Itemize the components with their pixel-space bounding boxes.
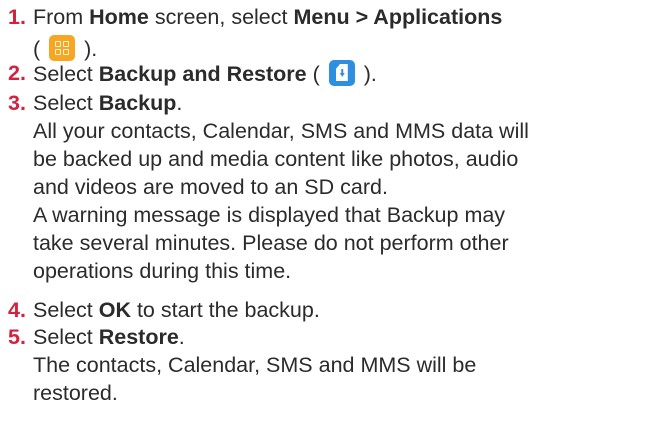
- restore-label: Restore: [98, 325, 179, 349]
- backup-label: Backup: [98, 91, 177, 115]
- step-3-desc-line: and videos are moved to an SD card.: [33, 175, 388, 199]
- ok-label: OK: [98, 298, 131, 322]
- instruction-list: 1. From Home screen, select Menu > Appli…: [0, 0, 648, 428]
- step-2-text: Select Backup and Restore ( ).: [33, 60, 377, 86]
- step-number: 5.: [8, 325, 26, 349]
- step-number: 4.: [8, 298, 26, 322]
- step-3-desc-line: take several minutes. Please do not perf…: [33, 231, 509, 255]
- backup-restore-icon: [328, 60, 355, 86]
- step-number: 3.: [8, 91, 26, 115]
- step-3-desc-line: operations during this time.: [33, 259, 292, 283]
- step-5-desc-line: The contacts, Calendar, SMS and MMS will…: [33, 353, 477, 377]
- step-3-desc-line: A warning message is displayed that Back…: [33, 203, 506, 227]
- step-1-text: From Home screen, select Menu > Applicat…: [33, 5, 503, 29]
- step-3-desc-line: All your contacts, Calendar, SMS and MMS…: [33, 119, 529, 143]
- applications-icon: [49, 35, 76, 61]
- step-5-text: Select Restore.: [33, 325, 185, 349]
- step-3-text: Select Backup.: [33, 91, 183, 115]
- home-label: Home: [89, 5, 149, 29]
- backup-and-restore-label: Backup and Restore: [98, 62, 307, 86]
- step-5-desc-line: restored.: [33, 381, 118, 405]
- step-4-text: Select OK to start the backup.: [33, 298, 320, 322]
- step-number: 1.: [8, 5, 26, 29]
- step-1-icon-line: ( ).: [33, 35, 98, 61]
- step-3-desc-line: be backed up and media content like phot…: [33, 147, 519, 171]
- step-number: 2.: [8, 61, 26, 85]
- menu-applications-label: Menu > Applications: [293, 5, 503, 29]
